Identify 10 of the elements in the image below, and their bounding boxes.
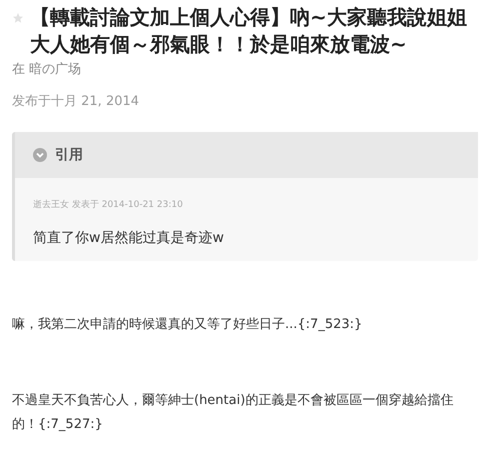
- quote-meta: 逝去王女 发表于 2014-10-21 23:10: [33, 198, 184, 211]
- forum-name: 在 暗の广场: [12, 61, 82, 78]
- quote-header[interactable]: 引用: [15, 132, 478, 178]
- post-title: 【轉載討論文加上個人心得】吶~大家聽我說姐姐大人她有個～邪氣眼！！於是咱來放電波~: [30, 4, 468, 58]
- quote-label: 引用: [55, 146, 83, 164]
- star-icon[interactable]: [12, 12, 24, 24]
- quote-text: 简直了你w居然能过真是奇迹w: [33, 229, 225, 247]
- post-date: 发布于十月 21, 2014: [12, 93, 140, 110]
- post-paragraph: 嘛，我第二次申請的時候還真的又等了好些日子...{:7_523:}: [12, 316, 364, 334]
- post-paragraph: 不過皇天不負苦心人，爾等紳士(hentai)的正義是不會被區區一個穿越給擋住的！{:7_527:}: [12, 392, 454, 434]
